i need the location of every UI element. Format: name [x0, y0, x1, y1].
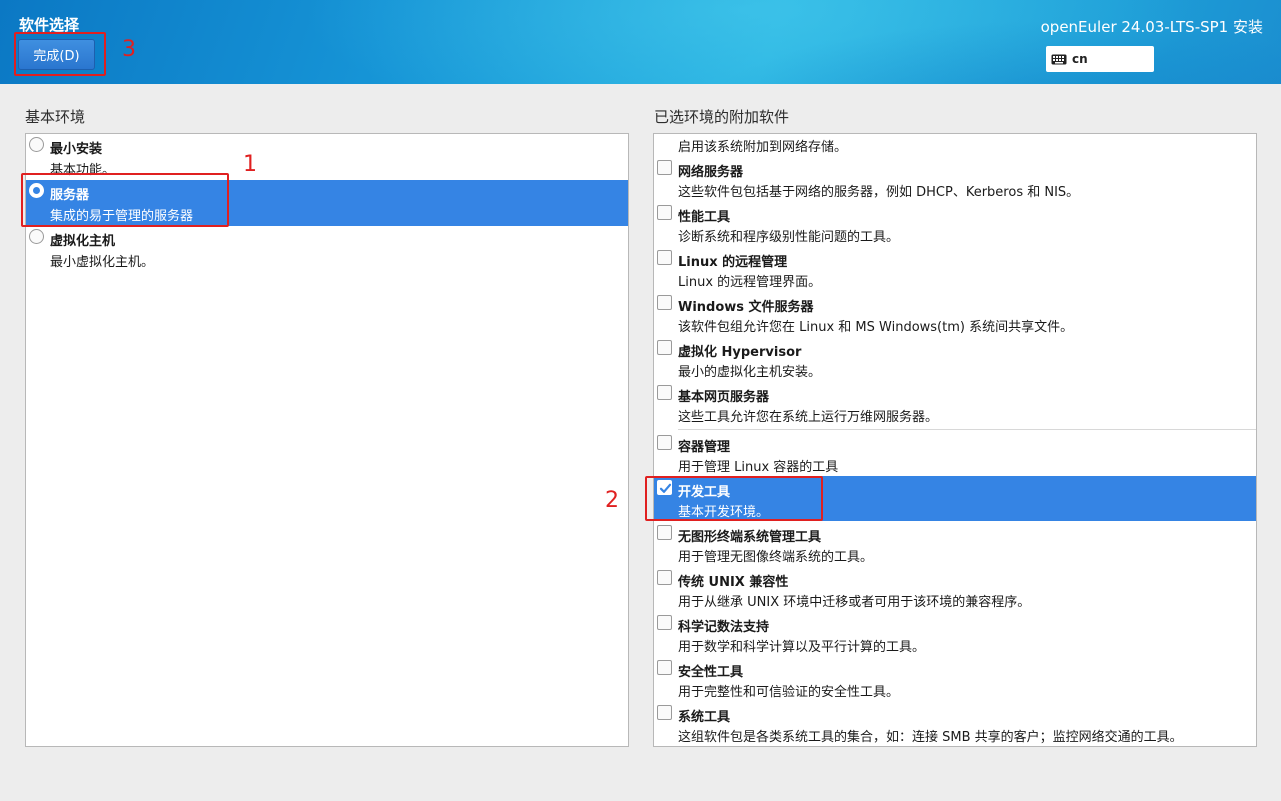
done-button[interactable]: 完成(D): [18, 39, 95, 70]
addon-name: 网络服务器: [678, 165, 744, 180]
keyboard-layout-label: cn: [1072, 52, 1088, 66]
environment-name: 服务器: [50, 188, 90, 203]
addon-option-basic-web-server[interactable]: 基本网页服务器 这些工具允许您在系统上运行万维网服务器。: [654, 381, 1256, 426]
annotation-number-1: 1: [243, 152, 257, 177]
addon-name: 容器管理: [678, 440, 731, 455]
addon-description: 最小的虚拟化主机安装。: [678, 365, 822, 380]
addon-description: 这些软件包包括基于网络的服务器，例如 DHCP、Kerberos 和 NIS。: [678, 185, 1080, 200]
addon-description: 用于管理无图像终端系统的工具。: [678, 550, 874, 565]
environment-description: 基本功能。: [50, 163, 116, 178]
addon-option-system-tools[interactable]: 系统工具 这组软件包是各类系统工具的集合，如：连接 SMB 共享的客户；监控网络…: [654, 701, 1256, 746]
addon-name: 虚拟化 Hypervisor: [678, 345, 802, 360]
environment-description: 集成的易于管理的服务器: [50, 209, 194, 224]
annotation-number-3: 3: [122, 37, 136, 62]
checkbox[interactable]: [657, 205, 672, 220]
addon-option-windows-file-server[interactable]: Windows 文件服务器 该软件包组允许您在 Linux 和 MS Windo…: [654, 291, 1256, 336]
checkbox[interactable]: [657, 615, 672, 630]
addon-option-legacy-unix[interactable]: 传统 UNIX 兼容性 用于从继承 UNIX 环境中迁移或者可用于该环境的兼容程…: [654, 566, 1256, 611]
list-separator: [678, 429, 1256, 430]
addon-description: 用于数学和科学计算以及平行计算的工具。: [678, 640, 926, 655]
keyboard-layout-indicator[interactable]: cn: [1046, 46, 1154, 72]
addon-name: 性能工具: [678, 210, 731, 225]
checkbox[interactable]: [657, 525, 672, 540]
keyboard-icon: [1051, 54, 1067, 65]
base-environment-heading: 基本环境: [25, 108, 86, 126]
addon-option-hypervisor[interactable]: 虚拟化 Hypervisor 最小的虚拟化主机安装。: [654, 336, 1256, 381]
base-environment-list: 最小安装 基本功能。 服务器 集成的易于管理的服务器 虚拟化主机 最小虚拟化主机…: [25, 133, 629, 747]
radio-button[interactable]: [29, 183, 44, 198]
environment-option-server[interactable]: 服务器 集成的易于管理的服务器: [26, 180, 628, 226]
header-bar: 软件选择 完成(D) openEuler 24.03-LTS-SP1 安装 cn: [0, 0, 1281, 84]
addon-option-headless-management[interactable]: 无图形终端系统管理工具 用于管理无图像终端系统的工具。: [654, 521, 1256, 566]
checkbox[interactable]: [657, 660, 672, 675]
addon-name: 传统 UNIX 兼容性: [678, 575, 789, 590]
checkbox[interactable]: [657, 160, 672, 175]
addon-option-development-tools[interactable]: 开发工具 基本开发环境。: [654, 476, 1256, 521]
addon-option-remote-management[interactable]: Linux 的远程管理 Linux 的远程管理界面。: [654, 246, 1256, 291]
addons-list: 启用该系统附加到网络存储。 网络服务器 这些软件包包括基于网络的服务器，例如 D…: [653, 133, 1257, 747]
checkbox[interactable]: [657, 250, 672, 265]
addon-description: 诊断系统和程序级别性能问题的工具。: [678, 230, 900, 245]
addon-description: 基本开发环境。: [678, 505, 770, 520]
addon-description: Linux 的远程管理界面。: [678, 275, 822, 290]
addon-option-container-management[interactable]: 容器管理 用于管理 Linux 容器的工具: [654, 431, 1256, 476]
checkbox[interactable]: [657, 480, 672, 495]
environment-option-minimal[interactable]: 最小安装 基本功能。: [26, 134, 628, 180]
addon-option-scientific-support[interactable]: 科学记数法支持 用于数学和科学计算以及平行计算的工具。: [654, 611, 1256, 656]
addon-name: 基本网页服务器: [678, 390, 770, 405]
product-title: openEuler 24.03-LTS-SP1 安装: [1040, 18, 1263, 36]
addon-name: 无图形终端系统管理工具: [678, 530, 822, 545]
checkbox[interactable]: [657, 340, 672, 355]
radio-button[interactable]: [29, 229, 44, 244]
addon-description: 这组软件包是各类系统工具的集合，如：连接 SMB 共享的客户；监控网络交通的工具…: [678, 730, 1183, 745]
addon-name: 开发工具: [678, 485, 731, 500]
environment-option-virtualization-host[interactable]: 虚拟化主机 最小虚拟化主机。: [26, 226, 628, 272]
radio-button[interactable]: [29, 137, 44, 152]
checkbox[interactable]: [657, 385, 672, 400]
environment-name: 虚拟化主机: [50, 234, 116, 249]
annotation-number-2: 2: [605, 488, 619, 513]
addon-name: Windows 文件服务器: [678, 300, 814, 315]
addon-description: 该软件包组允许您在 Linux 和 MS Windows(tm) 系统间共享文件…: [678, 320, 1074, 335]
addon-option-performance-tools[interactable]: 性能工具 诊断系统和程序级别性能问题的工具。: [654, 201, 1256, 246]
page-title: 软件选择: [19, 16, 80, 34]
checkbox[interactable]: [657, 295, 672, 310]
addon-description: 用于完整性和可信验证的安全性工具。: [678, 685, 900, 700]
checkmark-icon: [659, 483, 672, 493]
addon-description: 用于从继承 UNIX 环境中迁移或者可用于该环境的兼容程序。: [678, 595, 1031, 610]
addon-option-security-tools[interactable]: 安全性工具 用于完整性和可信验证的安全性工具。: [654, 656, 1256, 701]
addon-name: Linux 的远程管理: [678, 255, 788, 270]
environment-name: 最小安装: [50, 142, 103, 157]
addon-description: 启用该系统附加到网络存储。: [678, 140, 848, 155]
addon-option-network-servers[interactable]: 网络服务器 这些软件包包括基于网络的服务器，例如 DHCP、Kerberos 和…: [654, 156, 1256, 201]
addon-description: 用于管理 Linux 容器的工具: [678, 460, 839, 475]
addon-name: 安全性工具: [678, 665, 744, 680]
addon-name: 系统工具: [678, 710, 731, 725]
checkbox[interactable]: [657, 570, 672, 585]
addons-heading: 已选环境的附加软件: [654, 108, 790, 126]
checkbox[interactable]: [657, 435, 672, 450]
checkbox[interactable]: [657, 705, 672, 720]
environment-description: 最小虚拟化主机。: [50, 255, 155, 270]
addon-name: 科学记数法支持: [678, 620, 770, 635]
addon-description: 这些工具允许您在系统上运行万维网服务器。: [678, 410, 939, 425]
